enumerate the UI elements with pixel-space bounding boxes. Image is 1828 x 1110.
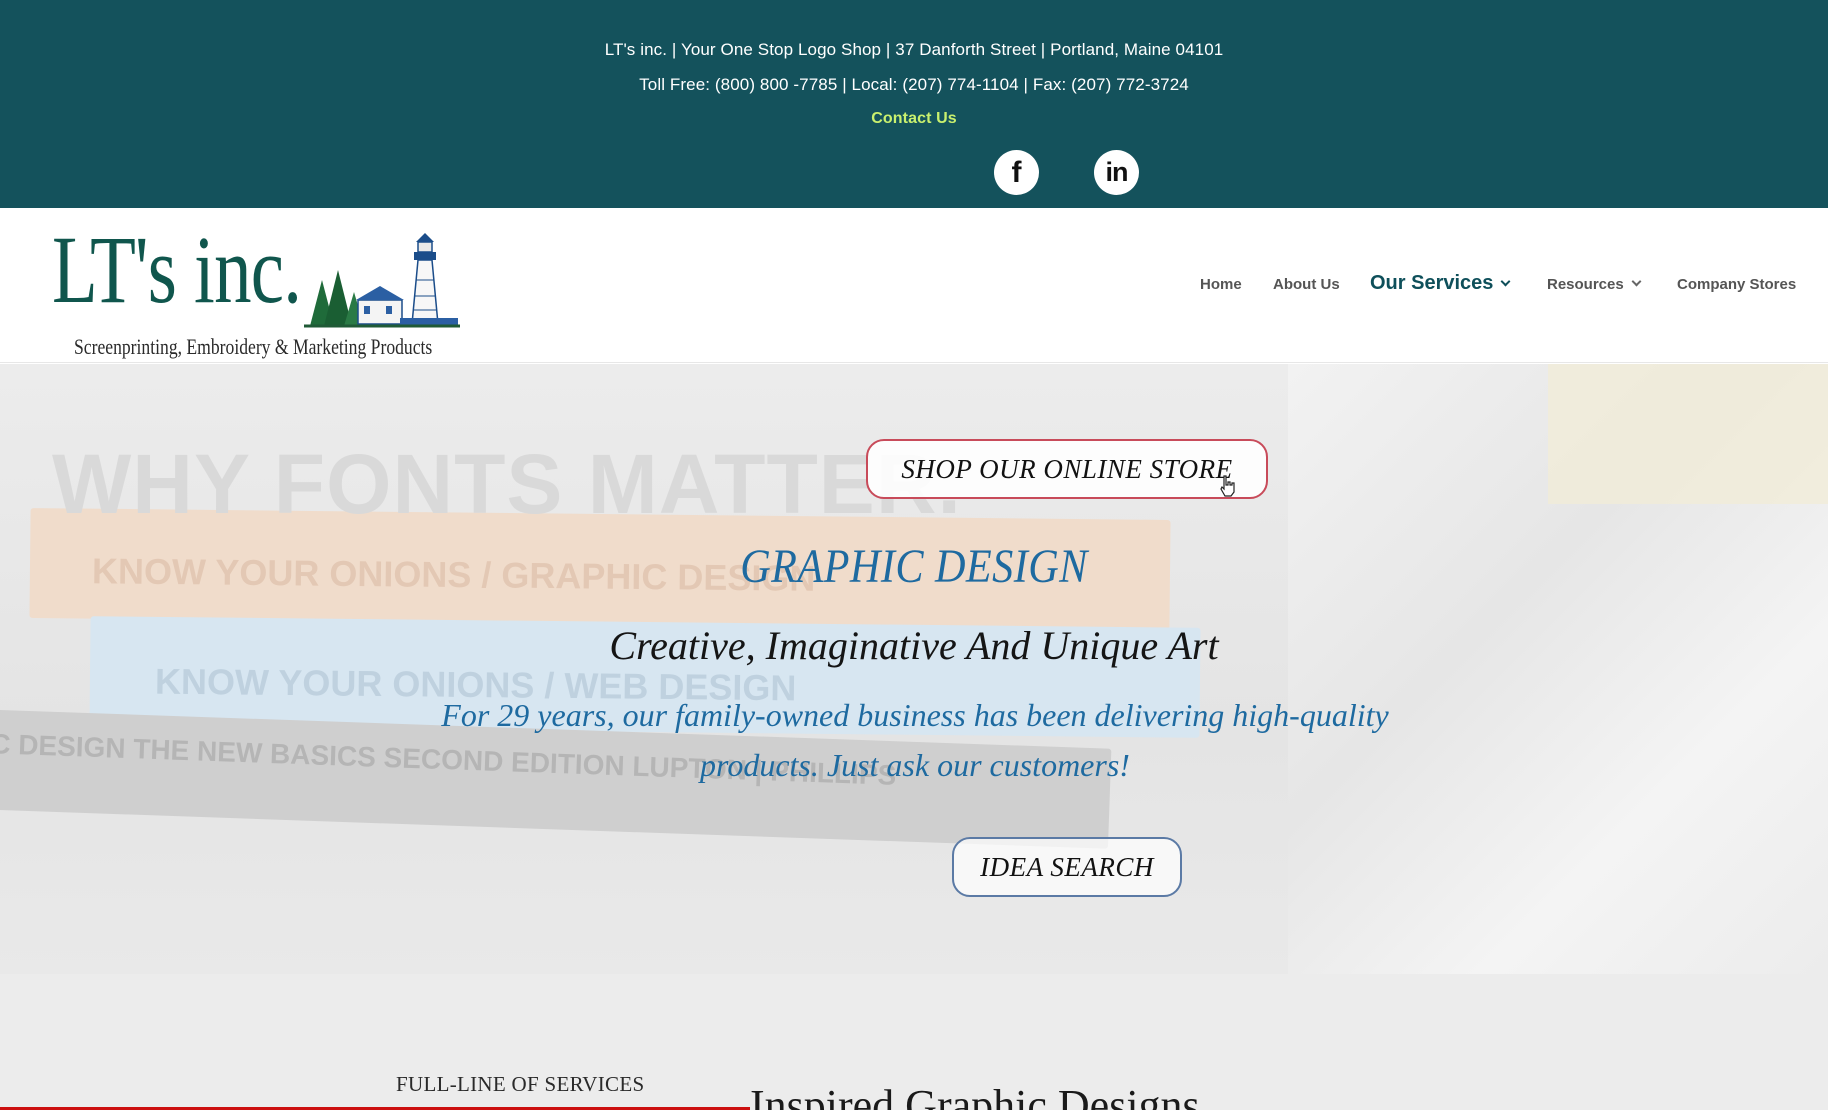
hero-section: WHY FONTS MATTER. KNOW YOUR ONIONS / GRA…	[0, 364, 1828, 974]
facebook-glyph: f	[1011, 155, 1022, 189]
background-shape	[1548, 364, 1828, 504]
phone-line: Toll Free: (800) 800 -7785 | Local: (207…	[639, 75, 1189, 94]
services-section: FULL-LINE OF SERVICES Inspired Graphic D…	[0, 974, 1828, 1110]
nav-item-our-services[interactable]: Our Services	[1370, 272, 1511, 295]
hero-background-photo	[1288, 364, 1828, 974]
nav-item-home[interactable]: Home	[1200, 276, 1242, 293]
address-line: LT's inc. | Your One Stop Logo Shop | 37…	[604, 40, 1224, 59]
hero-description: For 29 years, our family-owned business …	[441, 697, 1389, 783]
nav-label: Resources	[1547, 276, 1624, 293]
nav-item-company-stores[interactable]: Company Stores	[1677, 276, 1796, 293]
section-title: Inspired Graphic Designs	[750, 1081, 1200, 1110]
top-info-bar: LT's inc. | Your One Stop Logo Shop | 37…	[0, 0, 1828, 208]
nav-label: Home	[1200, 276, 1242, 293]
nav-item-resources[interactable]: Resources	[1547, 276, 1642, 293]
nav-label: Our Services	[1370, 272, 1494, 294]
chevron-down-icon	[1631, 276, 1642, 287]
linkedin-glyph: in	[1105, 157, 1129, 187]
nav-label: About Us	[1273, 276, 1340, 293]
shop-online-store-button[interactable]: SHOP OUR ONLINE STORE	[866, 439, 1268, 499]
hero-subheading: Creative, Imaginative And Unique Art	[609, 623, 1219, 668]
hand-cursor-icon	[1220, 475, 1235, 497]
nav-label: Company Stores	[1677, 276, 1797, 293]
chevron-down-icon	[1500, 276, 1511, 287]
facebook-icon[interactable]: f	[994, 150, 1039, 195]
idea-search-button[interactable]: IDEA SEARCH	[952, 837, 1182, 897]
background-book-title: WHY FONTS MATTER.	[52, 437, 962, 531]
services-label: FULL-LINE OF SERVICES	[396, 1072, 645, 1096]
site-header: LT's inc. Screenprinting, Embroidery & M…	[0, 208, 1828, 363]
main-navigation: Home About Us Our Services Resources Com…	[0, 208, 1828, 363]
hero-heading: GRAPHIC DESIGN	[740, 540, 1088, 593]
nav-item-about-us[interactable]: About Us	[1273, 276, 1340, 293]
linkedin-icon[interactable]: in	[1094, 150, 1139, 195]
contact-us-link[interactable]: Contact Us	[0, 110, 1828, 128]
